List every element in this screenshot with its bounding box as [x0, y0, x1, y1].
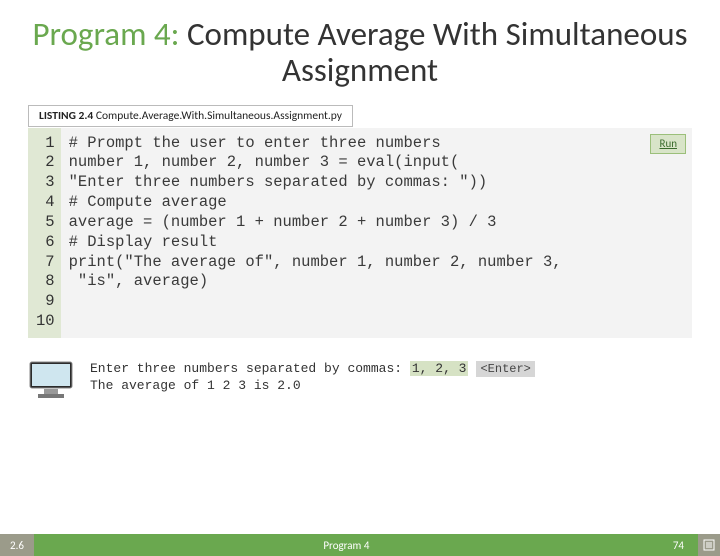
- code-body: # Prompt the user to enter three numbers…: [61, 128, 692, 338]
- run-button[interactable]: Run: [650, 134, 686, 154]
- code-line: number 1, number 2, number 3 = eval(inpu…: [69, 153, 684, 173]
- code-line: # Compute average: [69, 193, 684, 213]
- line-number: 10: [36, 312, 55, 332]
- footer-page: 74: [659, 539, 698, 552]
- line-number: 4: [36, 193, 55, 213]
- console-text: Enter three numbers separated by commas:…: [90, 360, 692, 395]
- console-line: Enter three numbers separated by commas:…: [90, 360, 692, 378]
- console-input: 1, 2, 3: [410, 361, 469, 376]
- line-number: 6: [36, 233, 55, 253]
- code-line: # Display result: [69, 233, 684, 253]
- footer-mid: Program 4: [34, 539, 659, 552]
- code-line: "is", average): [69, 272, 684, 292]
- line-number-gutter: 1 2 3 4 5 6 7 8 9 10: [28, 128, 61, 338]
- code-line: "Enter three numbers separated by commas…: [69, 173, 684, 193]
- footer-corner-icon: [698, 534, 720, 556]
- console-result: The average of 1 2 3 is 2.0: [90, 377, 692, 395]
- title-accent: Program 4:: [33, 14, 180, 54]
- footer-bar: 2.6 Program 4 74: [0, 534, 720, 556]
- line-number: 8: [36, 272, 55, 292]
- code-line: # Prompt the user to enter three numbers: [69, 134, 684, 154]
- enter-badge: <Enter>: [476, 361, 534, 377]
- slide-title: Program 4: Compute Average With Simultan…: [20, 16, 700, 89]
- listing-file: Compute.Average.With.Simultaneous.Assign…: [96, 109, 342, 123]
- monitor-icon: [28, 360, 74, 400]
- footer-section: 2.6: [0, 534, 34, 556]
- listing-tab: LISTING 2.4 Compute.Average.With.Simulta…: [28, 105, 353, 127]
- console-prompt: Enter three numbers separated by commas:: [90, 361, 410, 376]
- code-listing: 1 2 3 4 5 6 7 8 9 10 # Prompt the user t…: [28, 127, 692, 338]
- line-number: 1: [36, 134, 55, 154]
- title-rest: Compute Average With Simultaneous Assign…: [179, 14, 687, 90]
- code-line: print("The average of", number 1, number…: [69, 253, 684, 273]
- line-number: 2: [36, 153, 55, 173]
- line-number: 5: [36, 213, 55, 233]
- line-number: 3: [36, 173, 55, 193]
- code-line: average = (number 1 + number 2 + number …: [69, 213, 684, 233]
- line-number: 9: [36, 292, 55, 312]
- line-number: 7: [36, 253, 55, 273]
- listing-label: LISTING 2.4: [39, 109, 93, 123]
- console-output: Enter three numbers separated by commas:…: [28, 360, 692, 400]
